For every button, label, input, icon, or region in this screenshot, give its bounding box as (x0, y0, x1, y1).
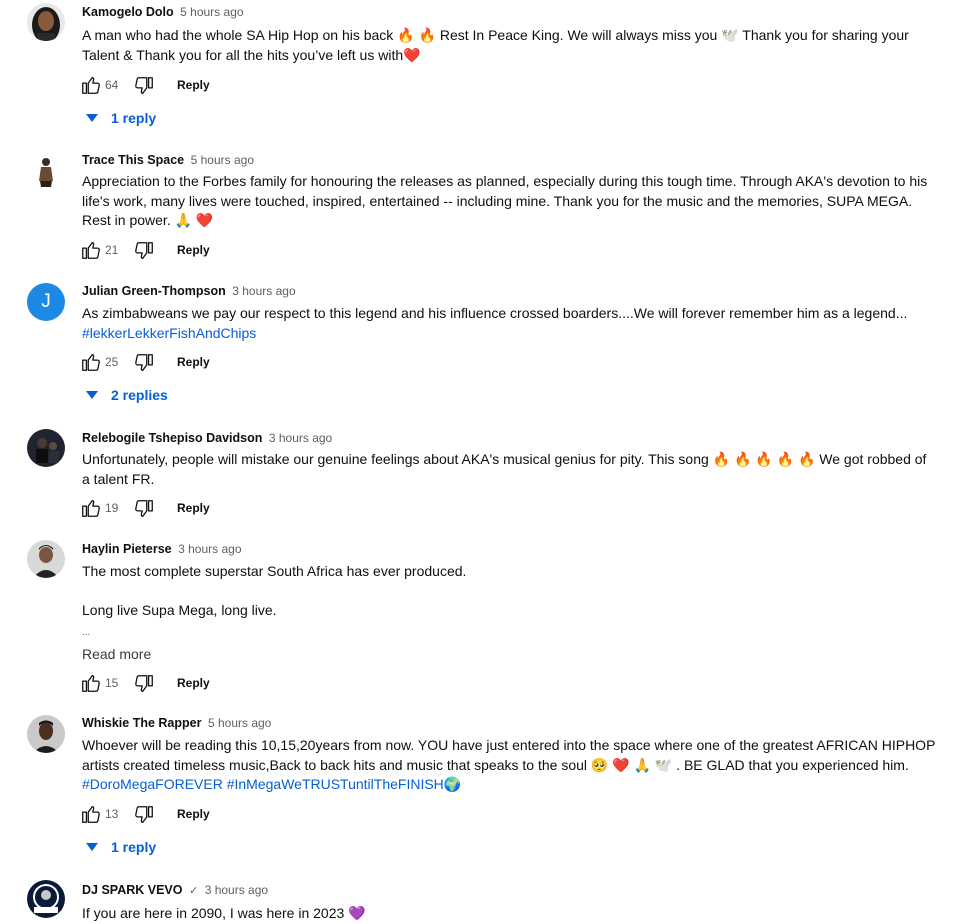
thumbs-up-icon[interactable] (80, 672, 102, 694)
comment-time[interactable]: 3 hours ago (178, 542, 241, 556)
author-name[interactable]: Trace This Space (82, 153, 184, 167)
comment-time[interactable]: 5 hours ago (191, 153, 254, 167)
like-count: 13 (105, 807, 119, 821)
thumbs-down-icon[interactable] (133, 498, 155, 520)
comment-time[interactable]: 3 hours ago (232, 284, 295, 298)
avatar[interactable] (27, 715, 65, 753)
avatar[interactable] (27, 880, 65, 918)
like-count: 15 (105, 676, 119, 690)
thumbs-up-icon[interactable] (80, 803, 102, 825)
reply-button[interactable]: Reply (177, 77, 210, 93)
caret-down-icon (86, 843, 98, 851)
thumbs-up-icon[interactable] (80, 74, 102, 96)
comment-text: Appreciation to the Forbes family for ho… (82, 172, 928, 231)
comment-text: As zimbabweans we pay our respect to thi… (82, 304, 922, 343)
author-name[interactable]: DJ SPARK VEVO (82, 883, 183, 897)
comment-line: Whoever will be reading this 10,15,20yea… (82, 737, 936, 753)
thumbs-up-icon[interactable] (80, 239, 102, 261)
comment-header: Julian Green-Thompson 3 hours ago (82, 283, 296, 299)
comment-time[interactable]: 3 hours ago (205, 883, 268, 897)
comment-line: Unfortunately, people will mistake our g… (82, 451, 927, 467)
thumbs-down-icon[interactable] (133, 75, 155, 97)
comment-line: Appreciation to the Forbes family for ho… (82, 173, 928, 189)
comment-header: Haylin Pieterse 3 hours ago (82, 541, 242, 557)
comment-line: A man who had the whole SA Hip Hop on hi… (82, 27, 909, 43)
comment-text: Whoever will be reading this 10,15,20yea… (82, 736, 936, 795)
comment-text: If you are here in 2090, I was here in 2… (82, 904, 922, 924)
like-count: 19 (105, 501, 119, 515)
thumbs-up-icon[interactable] (80, 497, 102, 519)
like-count: 21 (105, 243, 119, 257)
comment-time[interactable]: 3 hours ago (269, 431, 332, 445)
replies-count: 1 reply (111, 839, 157, 855)
comment-line: The most complete superstar South Africa… (82, 563, 467, 579)
truncation-ellipsis: ... (82, 627, 91, 638)
reply-button[interactable]: Reply (177, 675, 210, 691)
author-name[interactable]: Relebogile Tshepiso Davidson (82, 431, 262, 445)
comment-text: Unfortunately, people will mistake our g… (82, 450, 927, 489)
avatar[interactable] (27, 429, 65, 467)
author-name[interactable]: Kamogelo Dolo (82, 5, 174, 19)
like-count: 64 (105, 78, 119, 92)
reply-button[interactable]: Reply (177, 242, 210, 258)
avatar[interactable] (27, 540, 65, 578)
replies-count: 1 reply (111, 110, 157, 126)
hashtag-link[interactable]: #DoroMegaFOREVER #InMegaWeTRUSTuntilTheF… (82, 775, 922, 795)
comment-line: Long live Supa Mega, long live. (82, 601, 277, 618)
comment-text: A man who had the whole SA Hip Hop on hi… (82, 26, 922, 65)
hashtag-link[interactable]: #lekkerLekkerFishAndChips (82, 324, 922, 344)
replies-count: 2 replies (111, 387, 168, 403)
comment-header: DJ SPARK VEVO ✓ 3 hours ago (82, 882, 268, 899)
like-count: 25 (105, 355, 119, 369)
comment-header: Relebogile Tshepiso Davidson 3 hours ago (82, 430, 332, 446)
caret-down-icon (86, 114, 98, 122)
reply-button[interactable]: Reply (177, 806, 210, 822)
comment-line: artists created timeless music,Back to b… (82, 756, 909, 773)
comment-line: Rest in power. 🙏 ❤️ (82, 212, 214, 228)
author-name[interactable]: Julian Green-Thompson (82, 284, 226, 298)
comment-line: life's work, many lives were touched, in… (82, 192, 913, 209)
comment-line: a talent FR. (82, 470, 155, 487)
thumbs-up-icon[interactable] (80, 351, 102, 373)
reply-button[interactable]: Reply (177, 500, 210, 516)
avatar[interactable] (27, 3, 65, 41)
comment-header: Trace This Space 5 hours ago (82, 152, 254, 168)
read-more-link[interactable]: Read more (82, 645, 151, 663)
reply-button[interactable]: Reply (177, 354, 210, 370)
avatar[interactable] (27, 153, 65, 191)
comment-text: The most complete superstar South Africa… (82, 562, 922, 620)
comment-header: Whiskie The Rapper 5 hours ago (82, 715, 271, 731)
thumbs-down-icon[interactable] (133, 240, 155, 262)
avatar[interactable]: J (27, 283, 65, 321)
comment-line: As zimbabweans we pay our respect to thi… (82, 305, 908, 321)
caret-down-icon (86, 391, 98, 399)
author-name[interactable]: Haylin Pieterse (82, 542, 172, 556)
thumbs-down-icon[interactable] (133, 673, 155, 695)
comment-header: Kamogelo Dolo 5 hours ago (82, 4, 244, 20)
comment-time[interactable]: 5 hours ago (208, 716, 271, 730)
comment-line: If you are here in 2090, I was here in 2… (82, 905, 366, 921)
comment-time[interactable]: 5 hours ago (180, 5, 243, 19)
thumbs-down-icon[interactable] (133, 352, 155, 374)
thumbs-down-icon[interactable] (133, 804, 155, 826)
verified-check-icon: ✓ (188, 885, 199, 897)
author-name[interactable]: Whiskie The Rapper (82, 716, 201, 730)
comment-line: Talent & Thank you for all the hits you’… (82, 46, 421, 63)
